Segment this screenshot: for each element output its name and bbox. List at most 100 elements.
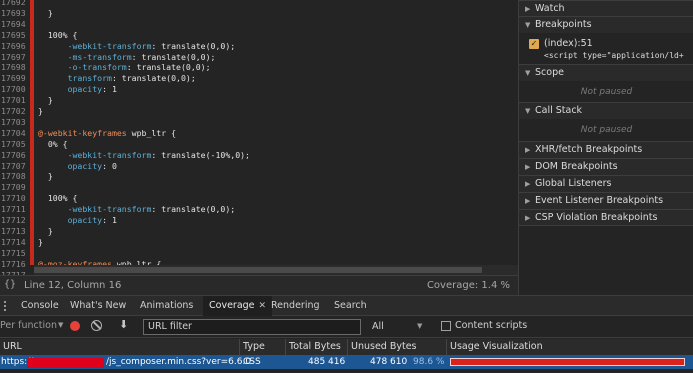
code-line: }	[38, 225, 53, 236]
chevron-right-icon: ▶	[525, 5, 531, 13]
code-line: -webkit-transform: translate(0,0);	[67, 204, 236, 215]
column-total-bytes[interactable]: Total Bytes	[285, 339, 347, 355]
row-total-bytes: 485 416	[308, 357, 346, 367]
horizontal-scrollbar-thumb[interactable]	[34, 267, 482, 273]
line-number[interactable]: 17711	[0, 204, 29, 215]
row-unused-bytes: 478 610	[370, 357, 408, 367]
usage-bar	[450, 358, 685, 366]
line-number[interactable]: 17692	[0, 0, 29, 8]
source-editor[interactable]: 17692 17693 17694 17695 17696 17697 17698 17699…	[0, 0, 518, 275]
coverage-unused-marker	[30, 0, 34, 265]
coverage-table-header: URL Type Total Bytes Unused Bytes Usage …	[0, 339, 693, 355]
line-number[interactable]: 17701	[0, 95, 29, 106]
cursor-position: Line 12, Column 16	[24, 280, 122, 291]
line-number[interactable]: 17713	[0, 226, 29, 237]
code-area[interactable]: } 100% { -webkit-transform: translate(0,…	[38, 0, 516, 275]
line-number[interactable]: 17715	[0, 248, 29, 259]
url-path: /js_composer.min.css?ver=6.6.0	[106, 357, 252, 367]
section-breakpoints[interactable]: ▼ Breakpoints	[519, 16, 693, 33]
section-event-listener-breakpoints[interactable]: ▶ Event Listener Breakpoints	[519, 192, 693, 209]
line-number[interactable]: 17705	[0, 139, 29, 150]
column-usage-visualization[interactable]: Usage Visualization	[446, 339, 693, 355]
redacted-domain	[27, 358, 104, 368]
line-number[interactable]: 17712	[0, 215, 29, 226]
line-number[interactable]: 17694	[0, 19, 29, 30]
line-number[interactable]: 17697	[0, 52, 29, 63]
chevron-right-icon: ▶	[525, 214, 531, 222]
code-line: @-webkit-keyframes wpb_ltr {	[38, 127, 177, 138]
section-call-stack[interactable]: ▼ Call Stack	[519, 102, 693, 119]
line-number[interactable]: 17704	[0, 128, 29, 139]
granularity-select[interactable]: Per function	[0, 320, 57, 331]
breakpoint-location: (index):51	[544, 38, 593, 49]
tab-coverage[interactable]: Coverage ✕	[203, 296, 273, 316]
tab-search[interactable]: Search	[328, 296, 373, 316]
section-csp-violation-breakpoints[interactable]: ▶ CSP Violation Breakpoints	[519, 209, 693, 226]
code-line: }	[38, 95, 53, 106]
drawer-tab-bar: Console What's New Animations Coverage ✕ …	[0, 295, 693, 316]
code-line: opacity: 1	[67, 84, 117, 95]
content-scripts-label[interactable]: Content scripts	[455, 320, 527, 331]
line-number[interactable]: 17699	[0, 73, 29, 84]
horizontal-scrollbar[interactable]	[34, 265, 518, 275]
column-type[interactable]: Type	[239, 339, 285, 355]
line-number[interactable]: 17709	[0, 182, 29, 193]
code-line: -ms-transform: translate(0,0);	[67, 51, 216, 62]
coverage-status: Coverage: 1.4 %	[426, 280, 510, 291]
code-line: }	[38, 106, 43, 116]
record-icon[interactable]	[70, 321, 80, 331]
column-unused-bytes[interactable]: Unused Bytes	[347, 339, 446, 355]
line-number[interactable]: 17703	[0, 117, 29, 128]
breakpoint-item[interactable]: ✓ (index):51 <script type="application/l…	[529, 38, 693, 64]
type-filter-select[interactable]: All	[372, 321, 384, 332]
chevron-down-icon: ▼	[525, 21, 531, 29]
drawer-menu-icon[interactable]	[2, 299, 8, 313]
code-line: opacity: 1	[67, 215, 117, 225]
section-xhr-breakpoints[interactable]: ▶ XHR/fetch Breakpoints	[519, 141, 693, 158]
tab-whats-new[interactable]: What's New	[64, 296, 132, 316]
section-watch[interactable]: ▶ Watch	[519, 0, 693, 17]
tab-console[interactable]: Console	[15, 296, 65, 316]
breakpoint-checkbox[interactable]: ✓	[529, 39, 539, 49]
line-number[interactable]: 17695	[0, 30, 29, 41]
code-line: 0% {	[38, 138, 68, 149]
column-url[interactable]: URL	[0, 339, 239, 355]
code-line: opacity: 0	[67, 160, 117, 171]
line-number[interactable]: 17696	[0, 41, 29, 52]
section-scope[interactable]: ▼ Scope	[519, 64, 693, 81]
line-number[interactable]: 17708	[0, 171, 29, 182]
code-line: transform: translate(0,0);	[67, 73, 196, 84]
table-row[interactable]: https:// /js_composer.min.css?ver=6.6.0 …	[0, 355, 693, 369]
tab-rendering[interactable]: Rendering	[265, 296, 326, 316]
vertical-scrollbar[interactable]	[508, 0, 518, 265]
code-line: -o-transform: translate(0,0);	[67, 62, 211, 73]
line-number[interactable]: 17710	[0, 193, 29, 204]
line-number[interactable]: 17700	[0, 84, 29, 95]
section-dom-breakpoints[interactable]: ▶ DOM Breakpoints	[519, 158, 693, 175]
line-number-gutter[interactable]: 17692 17693 17694 17695 17696 17697 17698 17699…	[0, 0, 29, 275]
row-type: CSS	[243, 357, 261, 367]
coverage-toolbar: Per function ▼ ⬇ URL filter All ▼ Conten…	[0, 316, 693, 338]
code-line: 100% {	[38, 193, 78, 204]
code-line: }	[38, 171, 53, 182]
section-global-listeners[interactable]: ▶ Global Listeners	[519, 175, 693, 192]
pretty-print-button[interactable]: {}	[4, 279, 16, 290]
chevron-down-icon: ▼	[525, 69, 531, 77]
callstack-not-paused: Not paused	[580, 125, 633, 135]
chevron-right-icon: ▶	[525, 197, 531, 205]
line-number[interactable]: 17714	[0, 237, 29, 248]
chevron-right-icon: ▶	[525, 180, 531, 188]
line-number[interactable]: 17707	[0, 161, 29, 172]
line-number[interactable]: 17706	[0, 150, 29, 161]
line-number[interactable]: 17698	[0, 62, 29, 73]
line-number[interactable]: 17702	[0, 106, 29, 117]
line-number[interactable]: 17716	[0, 259, 29, 270]
export-icon[interactable]: ⬇	[119, 318, 128, 331]
tab-animations[interactable]: Animations	[134, 296, 199, 316]
url-filter-input[interactable]: URL filter	[143, 319, 361, 335]
clear-icon[interactable]	[91, 320, 102, 331]
chevron-right-icon: ▶	[525, 163, 531, 171]
code-line: -webkit-transform: translate(-10%,0);	[67, 149, 250, 160]
line-number[interactable]: 17693	[0, 8, 29, 19]
content-scripts-checkbox[interactable]	[441, 321, 451, 331]
